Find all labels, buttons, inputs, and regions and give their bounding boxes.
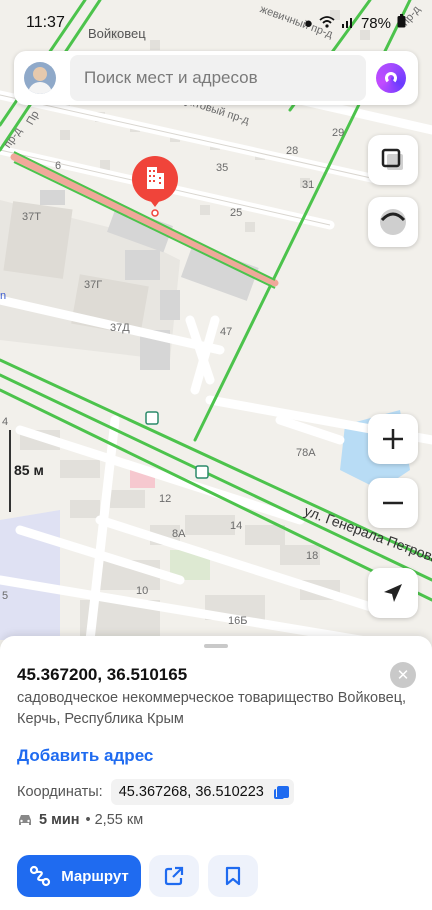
- building-37t[interactable]: 37Т: [22, 211, 41, 223]
- coordinates-value: 45.367268, 36.510223: [118, 784, 264, 800]
- minus-icon: [383, 501, 403, 505]
- layers-icon: [381, 148, 403, 170]
- bookmark-icon: [225, 866, 241, 886]
- zoom-out-button[interactable]: [368, 478, 418, 528]
- coordinates-row: Координаты: 45.367268, 36.510223: [17, 779, 294, 805]
- house-25[interactable]: 25: [230, 207, 242, 219]
- car-icon: [19, 815, 31, 825]
- building-47[interactable]: 47: [220, 326, 232, 338]
- route-button[interactable]: Маршрут: [17, 855, 141, 897]
- layers-button[interactable]: [368, 135, 418, 185]
- map-scale-label: 85 м: [14, 462, 44, 478]
- building-37g[interactable]: 37Г: [84, 279, 102, 291]
- map-label-edge: n: [0, 290, 7, 302]
- location-icon: ●: [303, 14, 313, 32]
- eta-distance: • 2,55 км: [85, 812, 144, 828]
- house-29[interactable]: 29: [332, 127, 344, 139]
- route-button-label: Маршрут: [61, 867, 129, 885]
- status-time: 11:37: [26, 14, 65, 31]
- battery-icon: [397, 14, 406, 32]
- house-6[interactable]: 6: [55, 160, 61, 172]
- coordinates-chip[interactable]: 45.367268, 36.510223: [110, 779, 294, 805]
- house-78a[interactable]: 78А: [296, 447, 316, 459]
- route-icon: [30, 865, 51, 887]
- close-button[interactable]: ✕: [390, 662, 416, 688]
- wifi-icon: [319, 15, 335, 32]
- share-button[interactable]: [149, 855, 199, 897]
- navigation-arrow-icon: [384, 584, 402, 602]
- alice-voice-icon[interactable]: [376, 63, 406, 93]
- screen: Войковец жевичный пр-д пр-д руктовый пр-…: [0, 0, 432, 910]
- house-28[interactable]: 28: [286, 145, 298, 157]
- search-bar: Поиск мест и адресов: [14, 51, 418, 105]
- search-input[interactable]: Поиск мест и адресов: [70, 55, 366, 101]
- place-pin[interactable]: [131, 155, 179, 217]
- house-8a[interactable]: 8А: [172, 528, 185, 540]
- search-placeholder: Поиск мест и адресов: [84, 68, 258, 87]
- my-location-button[interactable]: [368, 568, 418, 618]
- avatar[interactable]: [24, 62, 56, 94]
- add-address-link[interactable]: Добавить адрес: [17, 746, 153, 766]
- house-18[interactable]: 18: [306, 550, 318, 562]
- house-16b[interactable]: 16Б: [228, 615, 247, 627]
- status-bar: 11:37 ● 78%: [0, 0, 432, 46]
- place-address: садоводческое некоммерческое товариществ…: [17, 690, 407, 727]
- share-icon: [164, 866, 184, 886]
- status-icons: ● 78%: [304, 14, 406, 32]
- zoom-in-button[interactable]: [368, 414, 418, 464]
- house-4[interactable]: 4: [2, 416, 8, 428]
- close-icon: ✕: [396, 667, 410, 684]
- eta-row: 5 мин • 2,55 км: [17, 812, 143, 828]
- building-37d[interactable]: 37Д: [110, 322, 130, 334]
- plus-mode-icon: [380, 209, 406, 235]
- house-10[interactable]: 10: [136, 585, 148, 597]
- place-title-coordinates: 45.367200, 36.510165: [17, 665, 188, 684]
- coordinates-label: Координаты:: [17, 784, 103, 800]
- bookmark-button[interactable]: [208, 855, 258, 897]
- plus-icon: [383, 429, 403, 449]
- house-12[interactable]: 12: [159, 493, 171, 505]
- house-5[interactable]: 5: [2, 590, 8, 602]
- house-31[interactable]: 31: [302, 179, 314, 191]
- eta-time: 5 мин: [39, 812, 80, 828]
- plus-mode-button[interactable]: [368, 197, 418, 247]
- map-scale-bar: [9, 430, 11, 512]
- copy-icon[interactable]: [273, 786, 289, 799]
- signal-icon: [341, 15, 355, 32]
- house-14[interactable]: 14: [230, 520, 242, 532]
- house-35[interactable]: 35: [216, 162, 228, 174]
- sheet-drag-handle[interactable]: [204, 644, 228, 648]
- battery-percent: 78%: [360, 14, 391, 32]
